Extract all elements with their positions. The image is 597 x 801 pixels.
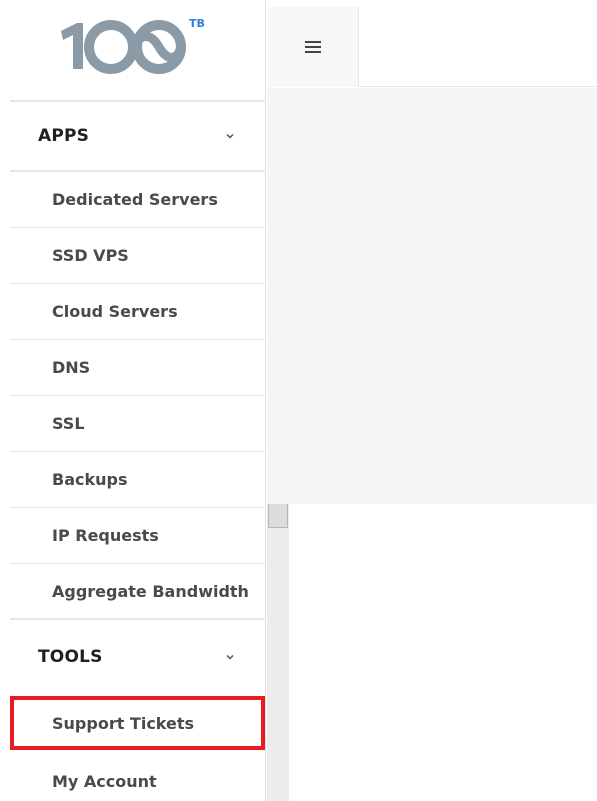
menu-toggle-button[interactable] [267,7,359,87]
sidebar-item-label: Aggregate Bandwidth [52,581,249,601]
sidebar-item-dedicated-servers[interactable]: Dedicated Servers [10,172,266,228]
sidebar-item-label: SSL [52,414,85,433]
chevron-down-icon [226,654,234,660]
sidebar-item-label: Cloud Servers [52,302,178,321]
main-content-area [267,88,597,504]
sidebar-item-aggregate-bandwidth[interactable]: Aggregate Bandwidth [10,564,266,620]
sidebar-item-backups[interactable]: Backups [10,452,266,508]
section-title: APPS [38,126,90,146]
top-bar [267,7,597,87]
logo-superscript: TB [189,17,205,30]
sidebar-item-label: Dedicated Servers [52,190,218,209]
section-header-tools[interactable]: TOOLS [10,625,266,689]
scrollbar-thumb[interactable] [268,504,288,528]
section-header-apps[interactable]: APPS [10,102,266,172]
sidebar-item-label: SSD VPS [52,246,129,265]
chevron-down-icon [226,133,234,139]
brand-logo[interactable]: TB [0,0,266,88]
sidebar-item-label: My Account [52,771,157,791]
sidebar-item-my-account[interactable]: My Account [10,753,266,801]
sidebar-item-label: IP Requests [52,526,159,545]
section-title: TOOLS [38,647,103,667]
sidebar: TB APPS Dedicated Servers SSD VPS Cloud … [0,0,266,801]
sidebar-item-ssl[interactable]: SSL [10,396,266,452]
sidebar-scrollbar[interactable] [267,504,289,801]
sidebar-item-ssd-vps[interactable]: SSD VPS [10,228,266,284]
sidebar-item-dns[interactable]: DNS [10,340,266,396]
hamburger-icon [304,46,321,48]
sidebar-item-label: DNS [52,358,91,377]
sidebar-item-cloud-servers[interactable]: Cloud Servers [10,284,266,340]
sidebar-item-label: Support Tickets [52,713,195,733]
sidebar-item-label: Backups [52,470,128,489]
logo-100tb-icon: TB [61,17,205,74]
sidebar-item-support-tickets[interactable]: Support Tickets [10,696,265,750]
sidebar-item-ip-requests[interactable]: IP Requests [10,508,266,564]
